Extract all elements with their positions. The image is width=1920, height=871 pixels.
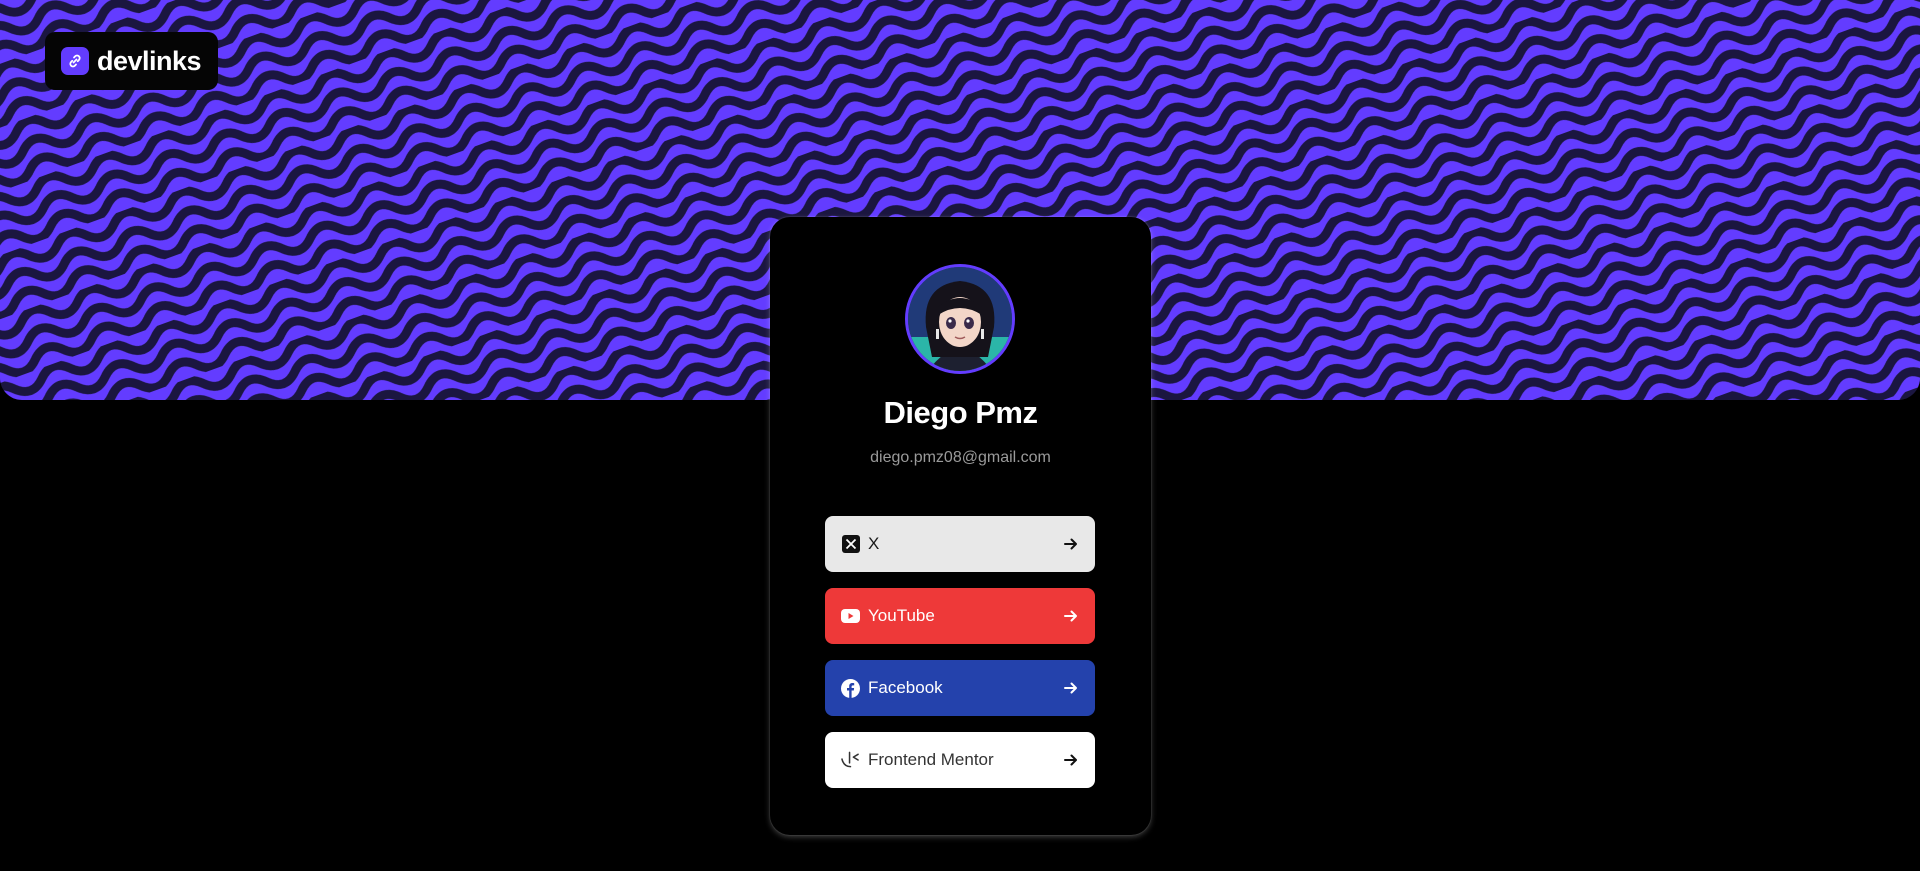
link-frontend-mentor[interactable]: Frontend Mentor bbox=[825, 732, 1095, 788]
arrow-right-icon bbox=[1064, 754, 1077, 766]
devlinks-logo[interactable]: devlinks bbox=[45, 32, 218, 90]
x-icon bbox=[841, 535, 860, 554]
profile-name: Diego Pmz bbox=[883, 395, 1038, 430]
link-label: Facebook bbox=[868, 678, 943, 697]
arrow-right-icon bbox=[1064, 682, 1077, 694]
link-icon bbox=[61, 47, 89, 75]
link-x[interactable]: X bbox=[825, 516, 1095, 572]
youtube-icon bbox=[841, 607, 860, 626]
link-label: Frontend Mentor bbox=[868, 750, 994, 769]
link-label: YouTube bbox=[868, 606, 935, 625]
avatar-image bbox=[908, 267, 1012, 371]
link-label: X bbox=[868, 534, 880, 553]
profile-email: diego.pmz08@gmail.com bbox=[870, 449, 1051, 466]
frontend-mentor-icon bbox=[841, 751, 860, 770]
facebook-icon bbox=[841, 678, 860, 698]
profile-card: Diego Pmz diego.pmz08@gmail.com X YouTub… bbox=[770, 217, 1151, 835]
link-youtube[interactable]: YouTube bbox=[825, 588, 1095, 644]
link-facebook[interactable]: Facebook bbox=[825, 660, 1095, 716]
link-list: X YouTube Facebook Frontend Mentor bbox=[825, 516, 1095, 804]
avatar bbox=[905, 264, 1015, 374]
arrow-right-icon bbox=[1064, 538, 1077, 550]
logo-text: devlinks bbox=[97, 45, 202, 76]
arrow-right-icon bbox=[1064, 610, 1077, 622]
